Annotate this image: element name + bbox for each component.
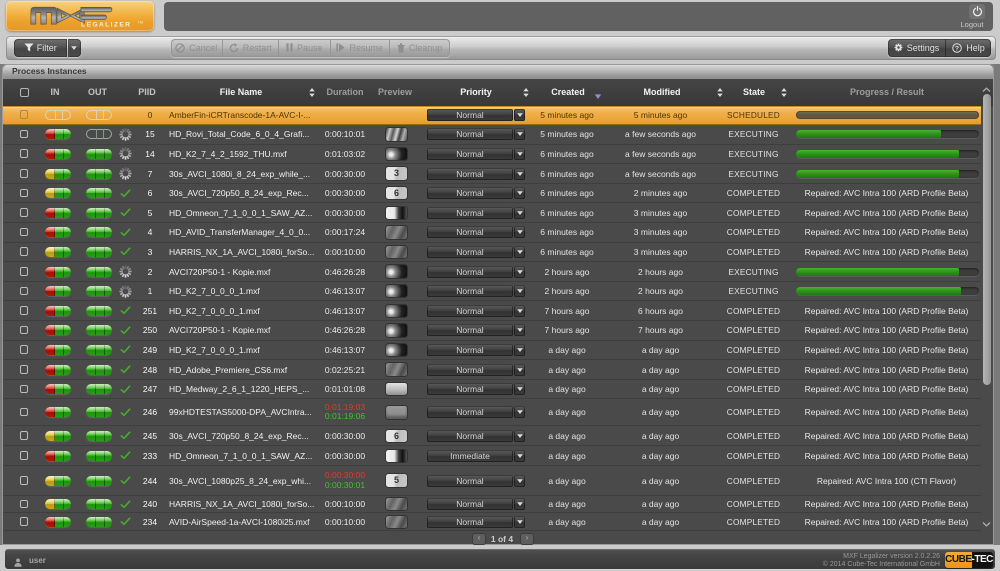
svg-text:LEGALIZER: LEGALIZER <box>81 22 131 29</box>
svg-text:?: ? <box>955 45 959 52</box>
svg-text:TM: TM <box>138 20 143 24</box>
